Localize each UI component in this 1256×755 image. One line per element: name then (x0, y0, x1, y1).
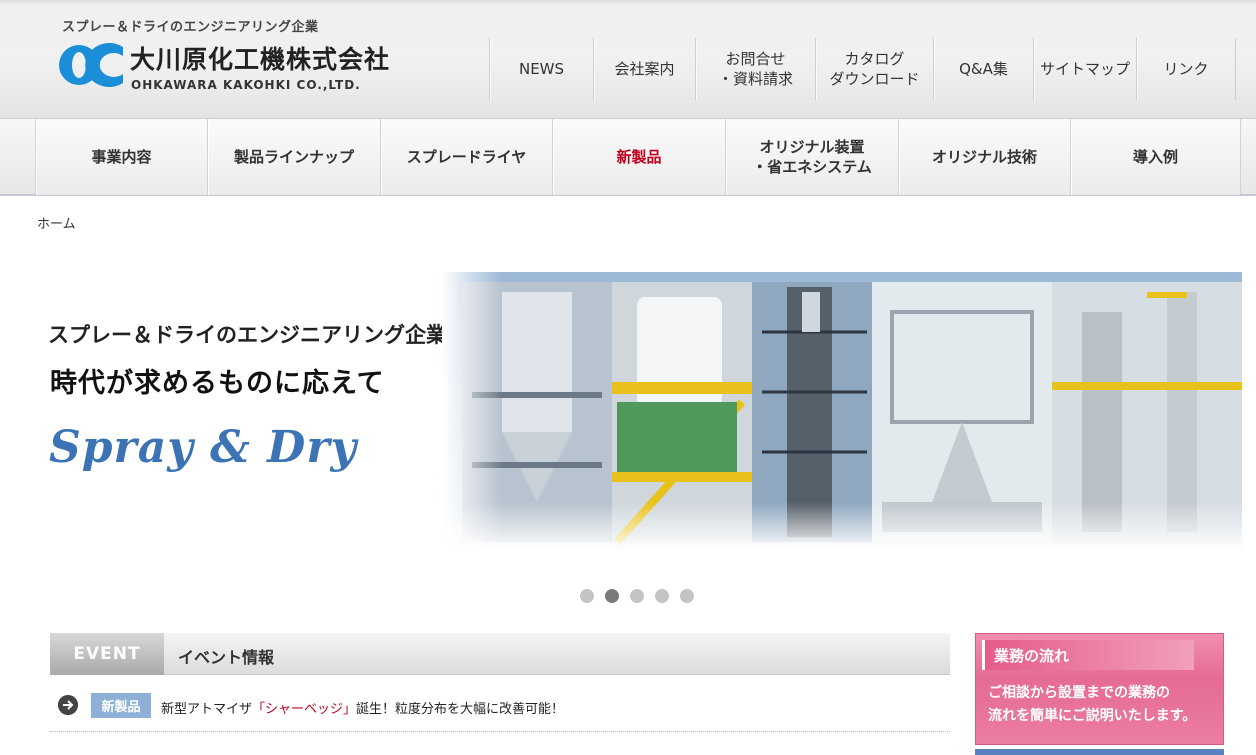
next-side-banner[interactable] (975, 749, 1224, 755)
hero-plant-photo[interactable] (442, 272, 1242, 552)
slider-dot-1[interactable] (580, 589, 594, 603)
topnav-news[interactable]: NEWS (489, 38, 593, 100)
mainnav-original-equipment[interactable]: オリジナル装置 ・省エネシステム (725, 119, 898, 195)
mainnav-business[interactable]: 事業内容 (35, 119, 207, 195)
company-name-ja[interactable]: 大川原化工機株式会社 (130, 40, 390, 76)
workflow-banner-header: 業務の流れ (982, 640, 1194, 670)
mainnav-new-products[interactable]: 新製品 (552, 119, 725, 195)
slider-dot-3[interactable] (630, 589, 644, 603)
arrow-right-icon (58, 695, 78, 715)
event-section-header: EVENT イベント情報 (50, 633, 950, 675)
header-tagline: スプレー＆ドライのエンジニアリング企業 (62, 20, 319, 35)
main-nav: 事業内容 製品ラインナップ スプレードライヤ 新製品 オリジナル装置 ・省エネシ… (0, 118, 1256, 196)
topnav-qa[interactable]: Q&A集 (933, 38, 1033, 100)
slider-dot-5[interactable] (680, 589, 694, 603)
hero-slogan: Spray & Dry (49, 422, 358, 473)
company-logo-icon[interactable] (57, 43, 123, 87)
event-title: イベント情報 (178, 648, 275, 667)
breadcrumb[interactable]: ホーム (37, 213, 76, 232)
event-label: EVENT (50, 633, 164, 675)
slider-dots (580, 589, 694, 603)
mainnav-original-tech[interactable]: オリジナル技術 (898, 119, 1070, 195)
workflow-banner-text: ご相談から設置までの業務の 流れを簡単にご説明いたします。 (988, 685, 1197, 724)
hero-headline: 時代が求めるものに応えて (50, 368, 385, 399)
event-list-item[interactable]: 新製品 新型アトマイザ「シャーベッジ」誕生！粒度分布を大幅に改善可能！ (50, 690, 950, 732)
topnav-company[interactable]: 会社案内 (593, 38, 695, 100)
site-header: スプレー＆ドライのエンジニアリング企業 大川原化工機株式会社 OHKAWARA … (0, 0, 1256, 118)
workflow-banner[interactable]: 業務の流れ ご相談から設置までの業務の 流れを簡単にご説明いたします。 (975, 633, 1224, 745)
company-name-en: OHKAWARA KAKOHKI CO.,LTD. (131, 78, 361, 92)
topnav-catalog[interactable]: カタログ ダウンロード (815, 38, 933, 100)
utility-nav: NEWS 会社案内 お問合せ ・資料請求 カタログ ダウンロード Q&A集 サイ… (489, 38, 1236, 100)
mainnav-spray-dryer[interactable]: スプレードライヤ (380, 119, 552, 195)
mainnav-cases[interactable]: 導入例 (1070, 119, 1241, 195)
event-text-after: 誕生！粒度分布を大幅に改善可能！ (356, 702, 565, 717)
event-item-text[interactable]: 新型アトマイザ「シャーベッジ」誕生！粒度分布を大幅に改善可能！ (161, 698, 564, 717)
event-text-highlight: 「シャーベッジ」 (252, 702, 357, 717)
topnav-sitemap[interactable]: サイトマップ (1033, 38, 1136, 100)
topnav-links[interactable]: リンク (1136, 38, 1236, 100)
event-text-before: 新型アトマイザ (161, 702, 253, 717)
topnav-contact[interactable]: お問合せ ・資料請求 (695, 38, 815, 100)
workflow-banner-title: 業務の流れ (994, 647, 1070, 665)
slider-dot-4[interactable] (655, 589, 669, 603)
slider-dot-2[interactable] (605, 589, 619, 603)
hero-subtitle: スプレー＆ドライのエンジニアリング企業 (48, 322, 447, 347)
new-product-badge: 新製品 (91, 693, 151, 718)
mainnav-products[interactable]: 製品ラインナップ (207, 119, 380, 195)
